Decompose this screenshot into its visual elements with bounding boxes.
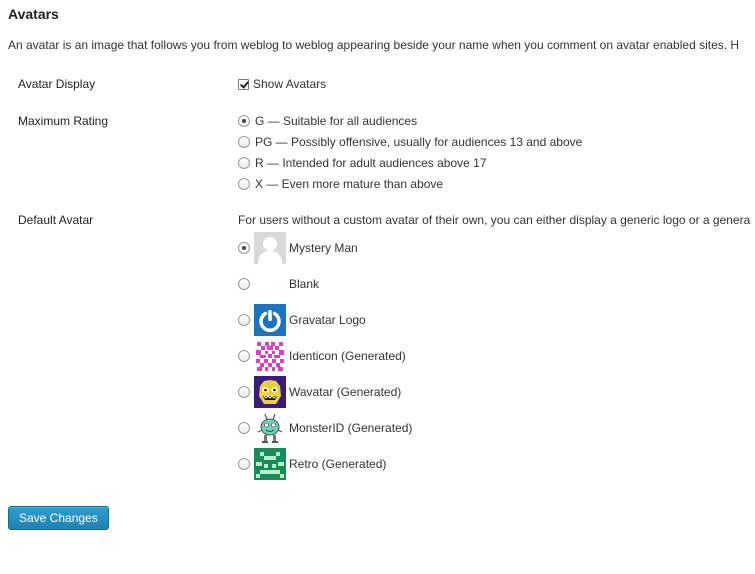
show-avatars-checkbox[interactable]	[238, 78, 249, 90]
avatars-settings-page: Avatars An avatar is an image that follo…	[0, 0, 755, 574]
avatar-option-monsterid[interactable]: MonsterID (Generated)	[238, 412, 412, 444]
monsterid-avatar-icon	[254, 412, 286, 444]
blank-avatar-icon	[254, 268, 286, 300]
avatar-option-identicon[interactable]: Identicon (Generated)	[238, 340, 406, 372]
mystery-man-radio[interactable]	[238, 242, 250, 254]
avatar-option-retro[interactable]: Retro (Generated)	[238, 448, 386, 480]
rating-x-radio[interactable]	[238, 178, 250, 190]
gravatar-logo-label: Gravatar Logo	[289, 313, 366, 327]
retro-avatar-icon	[254, 448, 286, 480]
rating-option-x[interactable]: X — Even more mature than above	[238, 176, 443, 192]
rating-g-label: G — Suitable for all audiences	[255, 114, 418, 128]
default-avatar-description: For users without a custom avatar of the…	[238, 213, 751, 227]
rating-pg-label: PG — Possibly offensive, usually for aud…	[255, 135, 583, 149]
avatar-option-wavatar[interactable]: Wavatar (Generated)	[238, 376, 401, 408]
rating-option-g[interactable]: G — Suitable for all audiences	[238, 113, 417, 129]
retro-radio[interactable]	[238, 458, 250, 470]
monsterid-label: MonsterID (Generated)	[289, 421, 413, 435]
mystery-man-label: Mystery Man	[289, 241, 358, 255]
blank-label: Blank	[289, 277, 320, 291]
rating-g-radio[interactable]	[238, 115, 250, 127]
identicon-label: Identicon (Generated)	[289, 349, 406, 363]
default-avatar-label: Default Avatar	[18, 213, 94, 227]
avatar-option-blank[interactable]: Blank	[238, 268, 319, 300]
avatar-option-gravatar-logo[interactable]: Gravatar Logo	[238, 304, 366, 336]
wavatar-radio[interactable]	[238, 386, 250, 398]
identicon-avatar-icon	[254, 340, 286, 372]
wavatar-label: Wavatar (Generated)	[289, 385, 402, 399]
rating-pg-radio[interactable]	[238, 136, 250, 148]
show-avatars-option[interactable]: Show Avatars	[238, 76, 326, 92]
mystery-man-avatar-icon	[254, 232, 286, 264]
rating-option-r[interactable]: R — Intended for adult audiences above 1…	[238, 155, 487, 171]
section-intro: An avatar is an image that follows you f…	[8, 38, 740, 52]
avatar-display-label: Avatar Display	[18, 77, 96, 91]
avatar-option-mystery-man[interactable]: Mystery Man	[238, 232, 358, 264]
rating-r-radio[interactable]	[238, 157, 250, 169]
wavatar-avatar-icon	[254, 376, 286, 408]
save-changes-button[interactable]: Save Changes	[8, 506, 109, 530]
rating-r-label: R — Intended for adult audiences above 1…	[255, 156, 487, 170]
gravatar-logo-icon	[254, 304, 286, 336]
monsterid-radio[interactable]	[238, 422, 250, 434]
rating-x-label: X — Even more mature than above	[255, 177, 444, 191]
section-title: Avatars	[8, 6, 59, 22]
show-avatars-label: Show Avatars	[253, 77, 327, 91]
maximum-rating-label: Maximum Rating	[18, 114, 109, 128]
retro-label: Retro (Generated)	[289, 457, 387, 471]
identicon-radio[interactable]	[238, 350, 250, 362]
gravatar-logo-radio[interactable]	[238, 314, 250, 326]
blank-radio[interactable]	[238, 278, 250, 290]
rating-option-pg[interactable]: PG — Possibly offensive, usually for aud…	[238, 134, 582, 150]
